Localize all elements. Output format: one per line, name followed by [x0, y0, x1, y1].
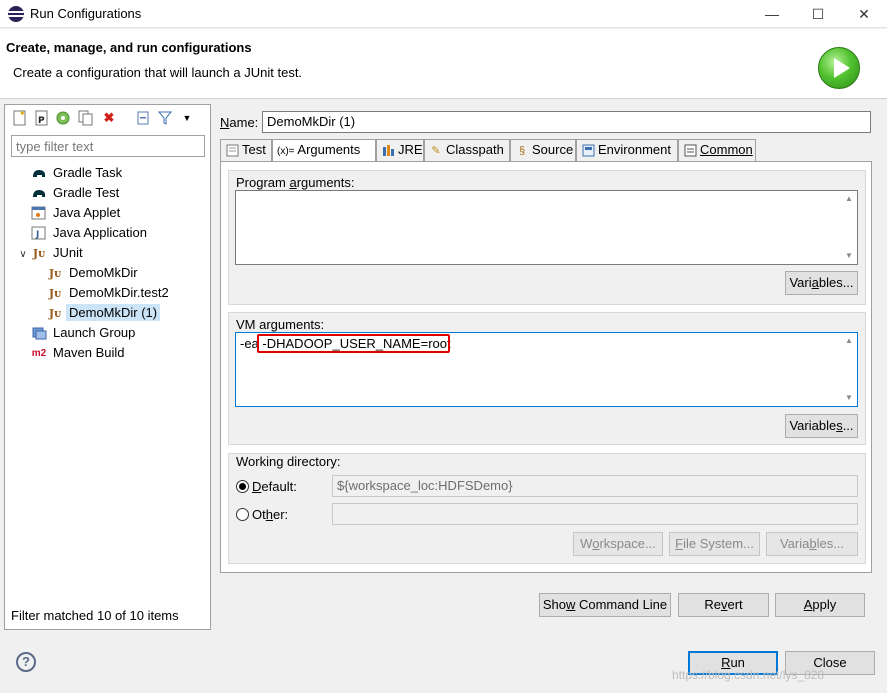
new-configuration-icon[interactable]: ✦: [12, 109, 28, 126]
source-icon: §: [518, 144, 526, 157]
delete-icon[interactable]: ✖: [101, 110, 117, 126]
test-tab-icon: [225, 144, 239, 158]
tree-item-gradle-task[interactable]: Gradle Task: [5, 163, 210, 183]
working-dir-variables-button[interactable]: Variables...: [766, 532, 858, 556]
junit-icon: Jᴜ: [48, 286, 62, 300]
vm-variables-button[interactable]: Variables...: [785, 414, 858, 438]
maven-icon: m2: [31, 347, 47, 359]
tree-item-demomkdir[interactable]: Jᴜ DemoMkDir: [5, 263, 210, 283]
vm-arguments-scrollbar[interactable]: ▲ ▼: [842, 334, 856, 405]
dialog-header: Create, manage, and run configurations C…: [0, 29, 887, 99]
run-icon: [818, 47, 860, 89]
environment-icon: [581, 144, 595, 158]
show-command-line-button[interactable]: Show Command Line: [539, 593, 671, 617]
common-icon: [683, 144, 697, 158]
new-prototype-icon[interactable]: P: [34, 110, 50, 126]
program-arguments-label: Program arguments:: [236, 175, 355, 190]
export-icon[interactable]: [55, 110, 71, 126]
tree-item-junit[interactable]: ∨ Jᴜ JUnit: [5, 243, 210, 263]
vm-arguments-label: VM arguments:: [236, 317, 325, 332]
configuration-tree-panel: ✦ P ✖ ▼ Gradle Task Gradle Test Java App…: [4, 104, 211, 630]
tree-item-demomkdir-1[interactable]: Jᴜ DemoMkDir (1): [5, 303, 210, 323]
arguments-icon: (x)=: [277, 146, 295, 157]
tree-item-gradle-test[interactable]: Gradle Test: [5, 183, 210, 203]
tab-test[interactable]: Test: [220, 139, 272, 161]
launch-group-icon: [31, 326, 47, 342]
header-subtitle: Create a configuration that will launch …: [13, 65, 303, 80]
configuration-tree: Gradle Task Gradle Test Java Applet J Jav…: [5, 163, 210, 363]
tab-environment[interactable]: Environment: [576, 139, 678, 161]
chevron-down-icon[interactable]: ∨: [17, 245, 29, 265]
apply-button[interactable]: Apply: [775, 593, 865, 617]
junit-icon: Jᴜ: [32, 246, 46, 260]
junit-icon: Jᴜ: [48, 306, 62, 320]
program-variables-button[interactable]: Variables...: [785, 271, 858, 295]
program-arguments-group: Program arguments: ▲ ▼ Variables...: [228, 170, 866, 305]
tree-item-java-application[interactable]: J Java Application: [5, 223, 210, 243]
file-system-button[interactable]: File System...: [669, 532, 760, 556]
tab-arguments[interactable]: (x)= Arguments: [272, 139, 376, 162]
header-title: Create, manage, and run configurations: [6, 40, 252, 55]
duplicate-icon[interactable]: [78, 110, 94, 126]
tree-item-maven-build[interactable]: m2 Maven Build: [5, 343, 210, 363]
working-directory-label: Working directory:: [236, 454, 341, 469]
program-arguments-textarea[interactable]: ▲ ▼: [235, 190, 858, 265]
maximize-button[interactable]: ☐: [795, 0, 841, 28]
vm-arguments-group: VM arguments: -ea -DHADOOP_USER_NAME=roo…: [228, 312, 866, 445]
vm-argument-highlight-box: [257, 334, 450, 353]
other-label: Other:: [252, 507, 289, 522]
default-radio[interactable]: [236, 480, 249, 493]
svg-text:P: P: [38, 116, 45, 126]
name-label: Name:: [220, 115, 259, 130]
eclipse-logo-icon: [8, 6, 24, 22]
tab-bar: Test (x)= Arguments JRE ✎ Classpath § Sour…: [220, 139, 872, 162]
collapse-all-icon[interactable]: [135, 110, 151, 126]
gradle-icon: [31, 186, 47, 202]
java-applet-icon: [31, 206, 47, 222]
junit-icon: Jᴜ: [48, 266, 62, 280]
filter-icon[interactable]: [157, 110, 173, 126]
jre-icon: [381, 144, 395, 158]
title-bar: Run Configurations — ☐ ✕: [0, 0, 887, 28]
other-radio[interactable]: [236, 508, 249, 521]
default-directory-field: ${workspace_loc:HDFSDemo}: [332, 475, 858, 497]
minimize-button[interactable]: —: [749, 0, 795, 28]
name-field[interactable]: DemoMkDir (1): [262, 111, 871, 133]
close-window-button[interactable]: ✕: [841, 0, 887, 28]
scroll-down-icon[interactable]: ▼: [842, 249, 856, 263]
default-label: Default:: [252, 479, 297, 494]
tree-item-launch-group[interactable]: Launch Group: [5, 323, 210, 343]
tab-source[interactable]: § Source: [510, 139, 576, 161]
revert-button[interactable]: Revert: [678, 593, 769, 617]
scroll-up-icon[interactable]: ▲: [842, 192, 856, 206]
program-arguments-scrollbar[interactable]: ▲ ▼: [842, 192, 856, 263]
tree-item-demomkdir-test2[interactable]: Jᴜ DemoMkDir.test2: [5, 283, 210, 303]
svg-text:✦: ✦: [19, 110, 26, 118]
working-directory-group: Working directory: Default: ${workspace_…: [228, 453, 866, 564]
filter-input[interactable]: [11, 135, 205, 157]
arguments-tab-content: Program arguments: ▲ ▼ Variables... VM ar…: [220, 161, 872, 573]
gradle-icon: [31, 166, 47, 182]
scroll-down-icon[interactable]: ▼: [842, 391, 856, 405]
svg-text:J: J: [35, 230, 39, 240]
tab-classpath[interactable]: ✎ Classpath: [424, 139, 510, 161]
window-title: Run Configurations: [30, 6, 142, 21]
tab-jre[interactable]: JRE: [376, 139, 424, 161]
scroll-up-icon[interactable]: ▲: [842, 334, 856, 348]
view-menu-icon[interactable]: ▼: [179, 110, 195, 126]
help-icon[interactable]: ?: [16, 652, 36, 672]
tab-common[interactable]: Common: [678, 139, 756, 161]
java-application-icon: J: [31, 226, 47, 242]
filter-status: Filter matched 10 of 10 items: [11, 608, 179, 623]
classpath-icon: ✎: [431, 144, 441, 157]
other-directory-field: [332, 503, 858, 525]
tree-item-java-applet[interactable]: Java Applet: [5, 203, 210, 223]
watermark: https://blog.csdn.net/lys_828: [672, 668, 825, 682]
workspace-button[interactable]: Workspace...: [573, 532, 663, 556]
